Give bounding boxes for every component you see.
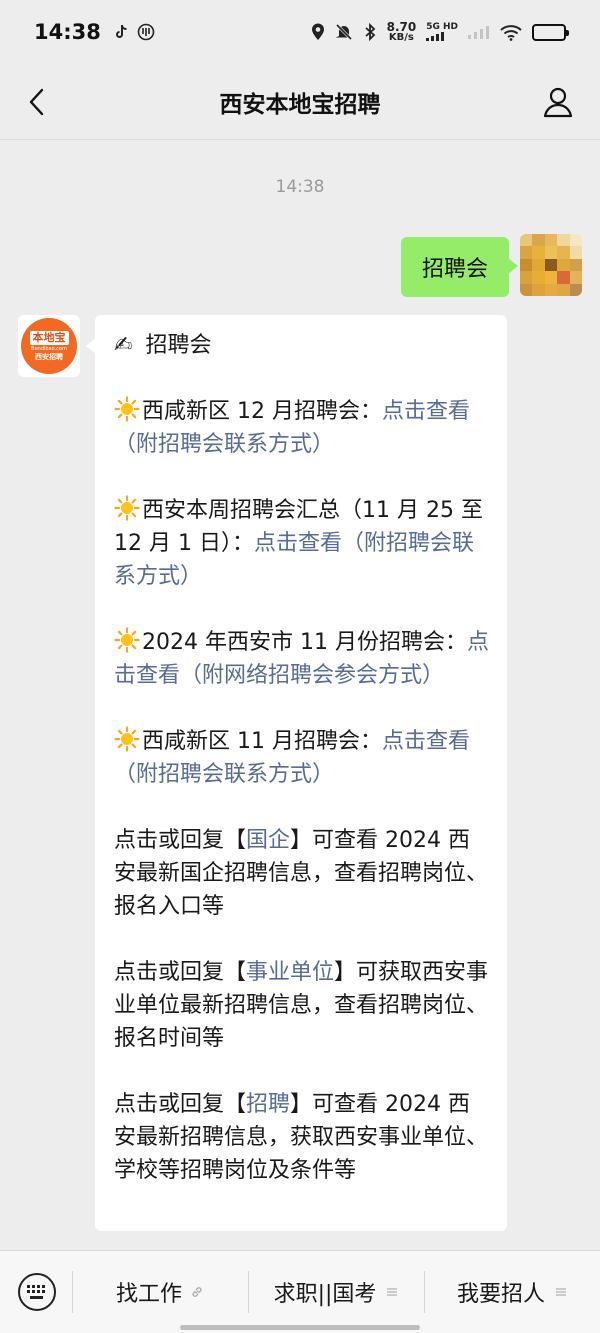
reply-keyword-link[interactable]: 事业单位 (246, 960, 334, 985)
message-header: ✍ 招聘会 (114, 329, 489, 362)
app-notification-icon (137, 23, 155, 41)
list-item: 西咸新区 11 月招聘会：点击查看（附招聘会联系方式） (114, 725, 489, 791)
outgoing-message-bubble[interactable]: 招聘会 (400, 237, 519, 297)
page-title: 西安本地宝招聘 (219, 91, 381, 118)
menu-lines-icon (556, 1288, 566, 1296)
reply-hint: 点击或回复【招聘】可查看 2024 西安最新招聘信息，获取西安事业单位、学校等招… (114, 1088, 489, 1187)
network-type-label: 5G HD (426, 22, 458, 32)
menu-item-label: 我要招人 (456, 1282, 545, 1307)
menu-item-label: 找工作 (115, 1282, 182, 1307)
outgoing-message-text: 招聘会 (421, 257, 488, 282)
reply-pre: 点击或回复【 (114, 828, 247, 853)
battery-icon (532, 23, 569, 41)
menu-item-job-exam[interactable]: 求职||国考 (248, 1267, 424, 1317)
menu-lines-icon (387, 1288, 398, 1296)
sun-icon (114, 495, 140, 521)
sun-icon (114, 396, 140, 422)
menu-item-label: 求职||国考 (273, 1282, 377, 1307)
logo-line3: 西安招聘 (35, 352, 63, 361)
bottom-menu-bar: 找工作 求职||国考 我要招人 (0, 1250, 600, 1333)
status-left-icons (115, 23, 155, 41)
menu-item-recruit[interactable]: 我要招人 (424, 1267, 600, 1317)
menu-item-find-job[interactable]: 找工作 (72, 1267, 248, 1317)
user-avatar[interactable] (520, 234, 582, 296)
reply-keyword-link[interactable]: 国企 (246, 828, 290, 853)
profile-button[interactable] (538, 82, 578, 122)
keyboard-toggle-button[interactable] (16, 1271, 58, 1313)
net-speed: 8.70 KB/s (387, 21, 417, 43)
incoming-message-bubble: ✍ 招聘会 西咸新区 12 月招聘会：点击查看（附招聘会联系方式） 西安本周招聘… (86, 315, 507, 1231)
reply-keyword-link[interactable]: 招聘 (246, 1092, 290, 1117)
keyboard-icon (18, 1273, 56, 1311)
item-text: 西咸新区 12 月招聘会： (142, 399, 382, 424)
message-header-text: 招聘会 (145, 333, 212, 358)
reply-hint: 点击或回复【国企】可查看 2024 西安最新国企招聘信息，查看招聘岗位、报名入口… (114, 824, 489, 923)
chevron-left-icon (29, 88, 44, 116)
bot-avatar[interactable]: 本地宝 Bendibao.com 西安招聘 (18, 315, 80, 377)
logo-line1: 本地宝 (29, 330, 69, 345)
reply-pre: 点击或回复【 (114, 960, 247, 985)
mute-bell-icon (335, 23, 352, 41)
list-item: 西安本周招聘会汇总（11 月 25 至 12 月 1 日）：点击查看（附招聘会联… (114, 494, 489, 593)
person-icon (543, 87, 573, 118)
net-speed-unit: KB/s (388, 32, 414, 43)
sun-icon (114, 726, 140, 752)
list-item: 2024 年西安市 11 月份招聘会：点击查看（附网络招聘会参会方式） (114, 626, 489, 692)
cell-signal: 5G HD (426, 23, 458, 41)
item-text: 2024 年西安市 11 月份招聘会： (142, 630, 467, 655)
status-right-icons: 8.70 KB/s 5G HD (311, 21, 569, 43)
wifi-icon (500, 24, 522, 41)
nav-bar: 西安本地宝招聘 (0, 64, 600, 140)
link-icon (192, 1287, 202, 1297)
chat-timestamp: 14:38 (275, 177, 325, 197)
location-icon (311, 23, 324, 40)
item-text: 西咸新区 11 月招聘会： (142, 729, 382, 754)
tiktok-icon (115, 24, 127, 38)
status-time: 14:38 (34, 20, 101, 44)
signal-bars-empty-icon (468, 26, 489, 39)
home-indicator[interactable] (180, 1325, 420, 1330)
bendibao-logo: 本地宝 Bendibao.com 西安招聘 (21, 318, 77, 374)
reply-hint: 点击或回复【事业单位】可获取西安事业单位最新招聘信息，查看招聘岗位、报名时间等 (114, 956, 489, 1055)
logo-line2: Bendibao.com (31, 345, 67, 352)
writing-hand-icon: ✍ (114, 333, 133, 358)
signal-bars-icon (426, 32, 445, 41)
sun-icon (114, 627, 140, 653)
list-item: 西咸新区 12 月招聘会：点击查看（附招聘会联系方式） (114, 395, 489, 461)
status-bar: 14:38 8.70 KB/s 5G HD (0, 0, 600, 64)
reply-pre: 点击或回复【 (114, 1092, 247, 1117)
bluetooth-icon (365, 23, 375, 41)
back-button[interactable] (18, 84, 54, 120)
